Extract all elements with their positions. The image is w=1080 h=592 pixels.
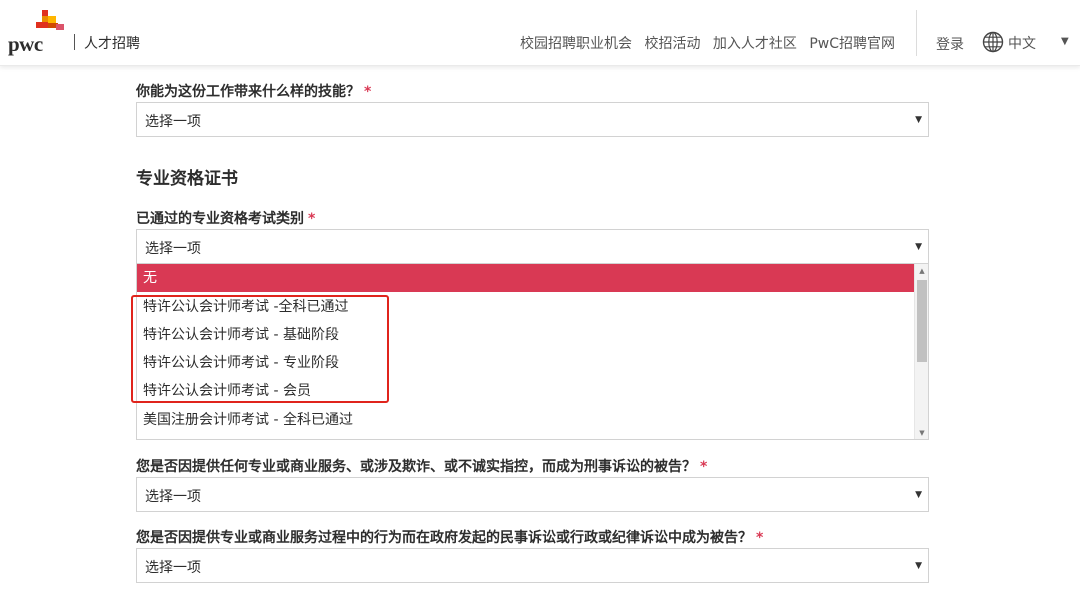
civil-question-label: 您是否因提供专业或商业服务过程中的行为而在政府发起的民事诉讼或行政或纪律诉讼中成… xyxy=(136,527,763,547)
nav-campus-careers[interactable]: 校园招聘职业机会 xyxy=(520,33,632,53)
skills-select-value: 选择一项 xyxy=(145,114,201,130)
nav-pwc-careers-site[interactable]: PwC招聘官网 xyxy=(809,33,895,53)
skills-question-label: 你能为这份工作带来什么样的技能？ * xyxy=(136,81,371,101)
caret-down-icon[interactable]: ▼ xyxy=(1061,36,1069,47)
language-selector[interactable]: 中文 xyxy=(1008,33,1036,53)
skills-question-text: 你能为这份工作带来什么样的技能？ xyxy=(136,84,360,100)
logo-wordmark: pwc xyxy=(8,32,43,56)
dropdown-option-none[interactable]: 无 xyxy=(137,264,915,292)
exam-category-label: 已通过的专业资格考试类别 * xyxy=(136,208,315,228)
scroll-down-arrow-icon[interactable]: ▼ xyxy=(915,426,928,439)
login-link[interactable]: 登录 xyxy=(936,34,964,54)
required-marker: * xyxy=(364,84,372,100)
dropdown-caret-icon: ▼ xyxy=(915,490,922,500)
section-title-certificates: 专业资格证书 xyxy=(136,169,238,189)
globe-icon[interactable] xyxy=(982,31,1004,53)
scroll-up-arrow-icon[interactable]: ▲ xyxy=(915,264,928,278)
civil-question-text: 您是否因提供专业或商业服务过程中的行为而在政府发起的民事诉讼或行政或纪律诉讼中成… xyxy=(136,530,752,546)
dropdown-option-acca-all-passed[interactable]: 特许公认会计师考试 -全科已通过 xyxy=(137,293,915,321)
header-divider xyxy=(916,10,917,56)
dropdown-option-uscpa-all-passed[interactable]: 美国注册会计师考试 - 全科已通过 xyxy=(137,406,915,434)
required-marker: * xyxy=(700,459,708,475)
criminal-question-label: 您是否因提供任何专业或商业服务、或涉及欺诈、或不诚实指控，而成为刑事诉讼的被告？… xyxy=(136,456,707,476)
site-header: pwc 人才招聘 校园招聘职业机会 校招活动 加入人才社区 PwC招聘官网 登录… xyxy=(0,0,1080,66)
dropdown-caret-icon: ▼ xyxy=(915,242,922,252)
dropdown-option-acca-professional[interactable]: 特许公认会计师考试 - 专业阶段 xyxy=(137,349,915,377)
exam-category-text: 已通过的专业资格考试类别 xyxy=(136,211,304,227)
criminal-question-text: 您是否因提供任何专业或商业服务、或涉及欺诈、或不诚实指控，而成为刑事诉讼的被告？ xyxy=(136,459,696,475)
civil-select[interactable]: 选择一项 ▼ xyxy=(136,548,929,583)
brand-divider xyxy=(74,34,75,50)
pwc-logo[interactable]: pwc xyxy=(8,10,68,56)
required-marker: * xyxy=(756,530,764,546)
exam-category-select-value: 选择一项 xyxy=(145,241,201,257)
dropdown-scrollbar[interactable]: ▲ ▼ xyxy=(914,264,928,439)
brand-subtitle[interactable]: 人才招聘 xyxy=(84,33,140,53)
dropdown-option-acca-member[interactable]: 特许公认会计师考试 - 会员 xyxy=(137,377,915,405)
civil-select-value: 选择一项 xyxy=(145,560,201,576)
criminal-select[interactable]: 选择一项 ▼ xyxy=(136,477,929,512)
logo-mark xyxy=(34,10,68,32)
exam-category-dropdown-list: 无 特许公认会计师考试 -全科已通过 特许公认会计师考试 - 基础阶段 特许公认… xyxy=(136,264,929,440)
dropdown-option-acca-fundamentals[interactable]: 特许公认会计师考试 - 基础阶段 xyxy=(137,321,915,349)
nav-talent-community[interactable]: 加入人才社区 xyxy=(713,33,797,53)
dropdown-caret-icon: ▼ xyxy=(915,115,922,125)
required-marker: * xyxy=(308,211,316,227)
skills-select[interactable]: 选择一项 ▼ xyxy=(136,102,929,137)
scrollbar-thumb[interactable] xyxy=(917,280,927,362)
criminal-select-value: 选择一项 xyxy=(145,489,201,505)
dropdown-caret-icon: ▼ xyxy=(915,561,922,571)
main-nav: 校园招聘职业机会 校招活动 加入人才社区 PwC招聘官网 xyxy=(520,33,895,53)
nav-campus-events[interactable]: 校招活动 xyxy=(644,33,700,53)
exam-category-select[interactable]: 选择一项 ▼ xyxy=(136,229,929,264)
